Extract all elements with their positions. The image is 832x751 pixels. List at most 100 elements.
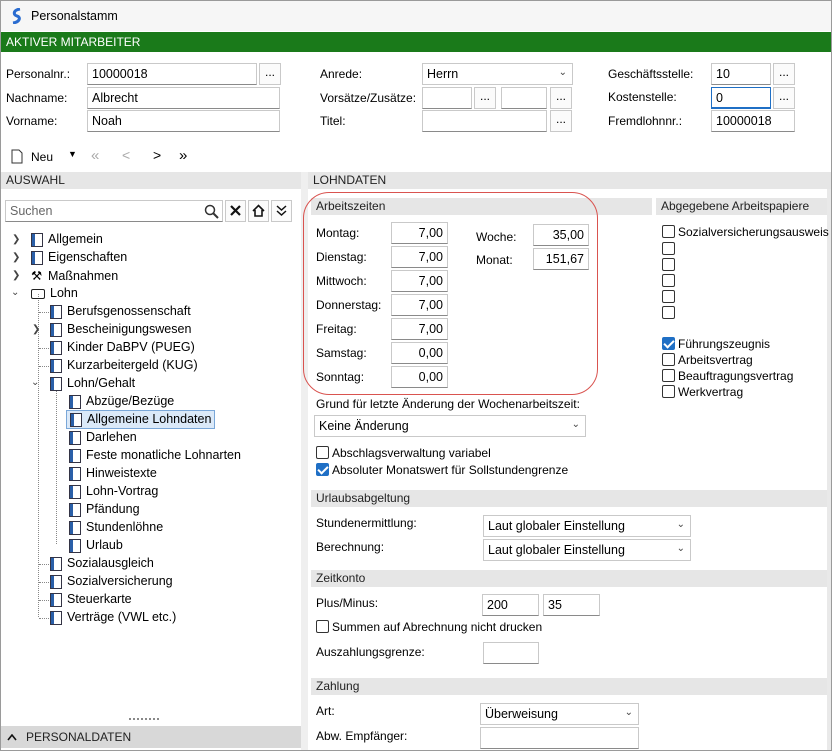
- tree-item-pfaendung[interactable]: Pfändung: [69, 502, 140, 517]
- art-select[interactable]: Überweisung ⌄: [480, 703, 639, 725]
- tree-search-input[interactable]: Suchen: [5, 200, 223, 222]
- chevron-right-icon[interactable]: ❯: [12, 270, 20, 281]
- minus-field[interactable]: 35: [543, 594, 600, 616]
- left-panel: AUSWAHL Suchen ❯ Allgemein ❯ Eigenschaft…: [1, 172, 301, 750]
- tree-search-placeholder: Suchen: [10, 204, 53, 218]
- geschaeftsstelle-field[interactable]: 10: [711, 63, 771, 85]
- document-icon: [69, 466, 81, 481]
- anrede-label: Anrede:: [320, 67, 363, 81]
- zusaetze-field[interactable]: [501, 87, 547, 109]
- tree-item-darlehen[interactable]: Darlehen: [69, 430, 137, 445]
- document-icon: [50, 574, 62, 589]
- tree-item-abzuege[interactable]: Abzüge/Bezüge: [69, 394, 174, 409]
- tree-item-eigenschaften[interactable]: Eigenschaften: [31, 250, 127, 265]
- papier-label: Sozialversicherungsausweis: [678, 225, 829, 239]
- tree-item-kurzarbeitergeld[interactable]: Kurzarbeitergeld (KUG): [50, 358, 198, 373]
- tree-item-allgemeine-lohndaten[interactable]: Allgemeine Lohndaten: [66, 410, 216, 429]
- tree-item-allgemein[interactable]: Allgemein: [31, 232, 103, 247]
- chevron-down-icon[interactable]: ⌄: [31, 377, 39, 388]
- papier-checkbox-fuehrungszeugnis[interactable]: [662, 337, 675, 350]
- personalnr-field[interactable]: 10000018: [87, 63, 257, 85]
- tree-item-sozialausgleich[interactable]: Sozialausgleich: [50, 556, 154, 571]
- tree-item-steuerkarte[interactable]: Steuerkarte: [50, 592, 132, 607]
- vorsaetze-field[interactable]: [422, 87, 472, 109]
- tree-item-massnahmen[interactable]: ⚒ Maßnahmen: [31, 268, 118, 283]
- titel-lookup-button[interactable]: ...: [550, 110, 572, 132]
- empfaenger-field[interactable]: [480, 727, 639, 749]
- nachname-field[interactable]: Albrecht: [87, 87, 280, 109]
- papier-label: Beauftragungsvertrag: [678, 369, 794, 383]
- urlaubsabgeltung-header: Urlaubsabgeltung: [311, 490, 827, 507]
- arbeitspapiere-header: Abgegebene Arbeitspapiere: [656, 198, 827, 215]
- abschlag-checkbox[interactable]: [316, 446, 329, 459]
- collapse-all-button[interactable]: [271, 200, 292, 222]
- document-list-icon: [31, 232, 43, 247]
- papier-checkbox-2[interactable]: [662, 258, 675, 271]
- tree-item-feste-lohnarten[interactable]: Feste monatliche Lohnarten: [69, 448, 241, 463]
- chevron-down-icon[interactable]: ⌄: [11, 287, 19, 298]
- nachname-label: Nachname:: [6, 91, 68, 105]
- tree-line: [39, 366, 49, 367]
- summen-checkbox[interactable]: [316, 620, 329, 633]
- tree-item-kinder[interactable]: Kinder DaBPV (PUEG): [50, 340, 195, 355]
- papier-checkbox-3[interactable]: [662, 274, 675, 287]
- tree-line: [39, 600, 49, 601]
- clear-search-button[interactable]: [225, 200, 246, 222]
- auszahlungsgrenze-field[interactable]: [483, 642, 539, 664]
- search-icon[interactable]: [204, 204, 219, 219]
- first-record-button[interactable]: «: [91, 147, 99, 164]
- last-record-button[interactable]: »: [179, 147, 187, 164]
- tree-item-stundenloehne[interactable]: Stundenlöhne: [69, 520, 163, 535]
- tree-item-hinweistexte[interactable]: Hinweistexte: [69, 466, 157, 481]
- prev-record-button[interactable]: <: [122, 147, 130, 163]
- splitter-grip[interactable]: [129, 718, 159, 720]
- papier-checkbox-werkvertrag[interactable]: [662, 385, 675, 398]
- document-list-icon: [50, 322, 62, 337]
- personalnr-lookup-button[interactable]: ...: [259, 63, 281, 85]
- anrede-select[interactable]: Herrn ⌄: [422, 63, 573, 85]
- titel-field[interactable]: [422, 110, 547, 132]
- scrollbar[interactable]: [827, 189, 831, 750]
- tree-item-label: Lohn/Gehalt: [67, 376, 136, 390]
- tree-item-lohn-vortrag[interactable]: Lohn-Vortrag: [69, 484, 158, 499]
- personaldaten-section[interactable]: PERSONALDATEN: [1, 726, 301, 748]
- chevron-right-icon[interactable]: ❯: [12, 234, 20, 245]
- document-icon: [69, 502, 81, 517]
- tree-item-berufsgenossenschaft[interactable]: Berufsgenossenschaft: [50, 304, 191, 319]
- tree-item-label: Lohn-Vortrag: [86, 484, 159, 498]
- papier-checkbox-5[interactable]: [662, 306, 675, 319]
- papier-checkbox-0[interactable]: [662, 225, 675, 238]
- zusaetze-lookup-button[interactable]: ...: [550, 87, 572, 109]
- absolut-checkbox[interactable]: [316, 463, 329, 476]
- fremdlohnnr-field[interactable]: 10000018: [711, 110, 795, 132]
- next-record-button[interactable]: >: [153, 147, 161, 163]
- vorsaetze-lookup-button[interactable]: ...: [474, 87, 496, 109]
- tree-item-urlaub[interactable]: Urlaub: [69, 538, 123, 553]
- stundenermittlung-value: Laut globaler Einstellung: [488, 519, 625, 533]
- papier-checkbox-beauftragungsvertrag[interactable]: [662, 369, 675, 382]
- kostenstelle-lookup-button[interactable]: ...: [773, 87, 795, 109]
- geschaeftsstelle-lookup-button[interactable]: ...: [773, 63, 795, 85]
- papier-checkbox-1[interactable]: [662, 242, 675, 255]
- tree-item-lohn[interactable]: Lohn: [31, 286, 78, 300]
- papier-checkbox-4[interactable]: [662, 290, 675, 303]
- kostenstelle-field[interactable]: 0: [711, 87, 771, 109]
- new-dropdown-icon[interactable]: ▼: [68, 149, 77, 159]
- tree-item-label: Berufsgenossenschaft: [67, 304, 191, 318]
- stundenermittlung-select[interactable]: Laut globaler Einstellung ⌄: [483, 515, 691, 537]
- tree-item-bescheinigungswesen[interactable]: Bescheinigungswesen: [50, 322, 191, 337]
- title-bar: Personalstamm: [1, 1, 831, 31]
- papier-checkbox-arbeitsvertrag[interactable]: [662, 353, 675, 366]
- chevron-right-icon[interactable]: ❯: [32, 324, 40, 335]
- zeitkonto-header: Zeitkonto: [311, 570, 827, 587]
- vorname-field[interactable]: Noah: [87, 110, 280, 132]
- tree-item-vertraege[interactable]: Verträge (VWL etc.): [50, 610, 176, 625]
- tree-item-label: Stundenlöhne: [86, 520, 164, 534]
- berechnung-select[interactable]: Laut globaler Einstellung ⌄: [483, 539, 691, 561]
- grund-select[interactable]: Keine Änderung ⌄: [314, 415, 586, 437]
- tree-item-lohn-gehalt[interactable]: Lohn/Gehalt: [50, 376, 135, 391]
- plus-field[interactable]: 200: [482, 594, 539, 616]
- tree-item-sozialversicherung[interactable]: Sozialversicherung: [50, 574, 173, 589]
- chevron-right-icon[interactable]: ❯: [12, 252, 20, 263]
- home-button[interactable]: [248, 200, 269, 222]
